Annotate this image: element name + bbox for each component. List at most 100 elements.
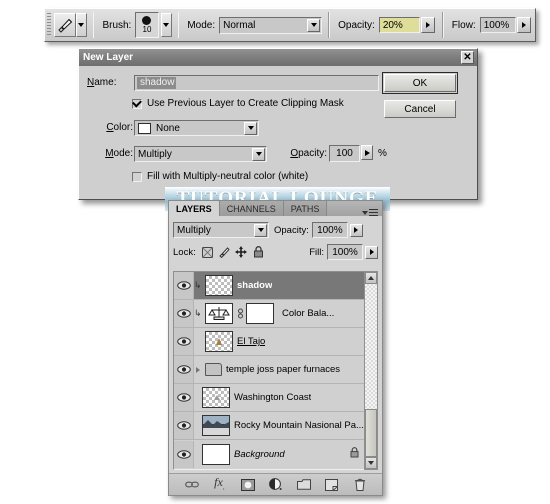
table-row[interactable]: Washington Coast (174, 384, 365, 412)
dialog-mode-value: Multiply (138, 148, 172, 160)
table-row[interactable]: El Tajo (174, 328, 365, 356)
table-row[interactable]: ↳ Color Bala... (174, 300, 365, 328)
layer-name[interactable]: Washington Coast (234, 392, 311, 403)
color-label: Color: (106, 122, 133, 133)
lock-image-pixels-icon[interactable] (218, 246, 231, 259)
brush-dropdown[interactable] (160, 13, 172, 37)
new-layer-icon[interactable] (325, 478, 339, 492)
layer-name[interactable]: Rocky Mountain Nasional Pa... (234, 420, 364, 431)
chevron-down-icon[interactable] (307, 18, 321, 32)
scroll-down-icon[interactable] (365, 457, 377, 469)
color-select[interactable]: None (134, 120, 259, 136)
layer-name[interactable]: shadow (237, 280, 272, 291)
layer-thumbnail[interactable] (205, 275, 233, 296)
eye-icon[interactable] (174, 300, 194, 327)
eye-icon[interactable] (174, 440, 194, 468)
group-expand-arrow-icon[interactable] (194, 365, 201, 375)
blend-mode-select[interactable]: Multiply (134, 146, 267, 162)
opacity-input[interactable]: 20% (378, 17, 420, 33)
opacity-stepper-icon[interactable] (361, 145, 373, 160)
layer-style-fx-icon[interactable]: fx. (213, 476, 227, 492)
mode-select[interactable]: Normal (219, 16, 323, 34)
color-value: None (156, 122, 180, 134)
dialog-opacity-input[interactable]: 100 (329, 145, 360, 162)
close-icon[interactable]: ✕ (461, 51, 474, 64)
cancel-button[interactable]: Cancel (384, 100, 456, 118)
panel-opacity-stepper-icon[interactable] (349, 223, 363, 237)
layer-mask-thumbnail[interactable] (246, 303, 274, 324)
brush-preview[interactable]: 10 (135, 12, 159, 38)
lock-position-icon[interactable] (235, 246, 248, 259)
folder-icon[interactable] (205, 363, 222, 376)
new-group-icon[interactable] (296, 478, 311, 492)
panel-blend-mode-select[interactable]: Multiply (173, 222, 269, 238)
fill-neutral-checkbox-row[interactable]: Fill with Multiply-neutral color (white) (132, 171, 308, 182)
tab-layers[interactable]: LAYERS (169, 201, 220, 216)
layer-name[interactable]: Background (234, 449, 285, 460)
fill-value: 100% (332, 246, 358, 258)
opacity-slider-arrow-icon[interactable] (420, 17, 435, 33)
adjustment-layer-thumbnail[interactable] (205, 303, 233, 324)
layer-list-scrollbar[interactable] (364, 271, 378, 470)
page-title: New Layer (83, 52, 134, 63)
chevron-down-icon[interactable] (244, 121, 257, 135)
scroll-up-icon[interactable] (365, 272, 377, 284)
brush-label: Brush: (102, 19, 132, 31)
link-layers-icon[interactable] (184, 478, 199, 492)
eye-icon[interactable] (174, 412, 194, 439)
fill-stepper-icon[interactable] (365, 245, 378, 259)
flow-label: Flow: (451, 19, 476, 31)
table-row[interactable]: temple joss paper furnaces (174, 356, 365, 384)
lock-all-icon[interactable] (252, 246, 265, 259)
blend-opacity-row: Multiply Opacity: 100% (169, 220, 382, 240)
fill-neutral-checkbox[interactable] (132, 171, 142, 182)
ok-button[interactable]: OK (382, 72, 458, 94)
tool-options-bar: Brush: 10 Mode: Normal Opacity: 20% Flow… (44, 8, 536, 42)
tab-channels[interactable]: CHANNELS (219, 201, 284, 216)
layer-thumbnail[interactable] (202, 387, 230, 408)
eye-icon[interactable] (174, 328, 194, 355)
layer-name[interactable]: El Tajo (237, 336, 265, 347)
panel-opacity-input[interactable]: 100% (311, 222, 348, 238)
lock-label: Lock: (173, 246, 196, 258)
table-row[interactable]: Background (174, 440, 365, 468)
delete-layer-icon[interactable] (353, 478, 367, 492)
flow-input[interactable]: 100% (479, 17, 516, 33)
adjustment-layer-icon[interactable] (269, 478, 283, 492)
scrollbar-track[interactable] (365, 284, 377, 457)
chevron-down-icon[interactable] (254, 223, 267, 237)
table-row[interactable]: ↳ shadow (174, 272, 365, 300)
paintbrush-icon[interactable] (54, 13, 76, 37)
dialog-title-bar[interactable]: New Layer ✕ (79, 49, 477, 66)
fill-input[interactable]: 100% (327, 244, 363, 260)
lock-transparent-pixels-icon[interactable] (201, 246, 214, 259)
lock-fill-row: Lock: Fill: 100% (169, 242, 382, 262)
divider-3 (328, 12, 331, 38)
tool-preset-dropdown[interactable] (75, 13, 87, 37)
tab-paths[interactable]: PATHS (283, 201, 328, 216)
clipping-mask-checkbox[interactable] (132, 98, 142, 109)
layer-name[interactable]: temple joss paper furnaces (226, 364, 340, 375)
table-row[interactable]: Rocky Mountain Nasional Pa... (174, 412, 365, 440)
brush-size-value: 10 (142, 25, 152, 34)
flow-slider-arrow-icon[interactable] (516, 17, 531, 33)
layer-mask-icon[interactable] (240, 478, 255, 492)
mask-link-icon[interactable] (237, 307, 243, 320)
eye-icon[interactable] (174, 356, 194, 383)
chevron-down-icon[interactable] (252, 147, 265, 161)
clipping-mask-checkbox-row[interactable]: Use Previous Layer to Create Clipping Ma… (132, 98, 344, 109)
layer-thumbnail[interactable] (205, 331, 233, 352)
options-bar-grip[interactable] (47, 13, 52, 37)
layer-name-input[interactable]: shadow (134, 75, 379, 91)
layer-thumbnail[interactable] (202, 443, 230, 465)
dialog-opacity-label: Opacity: (290, 148, 327, 159)
panel-menu-icon[interactable] (362, 209, 378, 216)
eye-icon[interactable] (174, 384, 194, 411)
layer-thumbnail[interactable] (202, 415, 230, 436)
layer-list[interactable]: ↳ shadow ↳ Color Bala... El Tajo temple … (173, 271, 366, 470)
layer-name[interactable]: Color Bala... (282, 308, 334, 319)
panel-tab-bar: LAYERS CHANNELS PATHS (169, 201, 382, 216)
scrollbar-thumb[interactable] (365, 409, 377, 457)
opacity-label: Opacity: (338, 19, 375, 31)
eye-icon[interactable] (174, 272, 194, 299)
